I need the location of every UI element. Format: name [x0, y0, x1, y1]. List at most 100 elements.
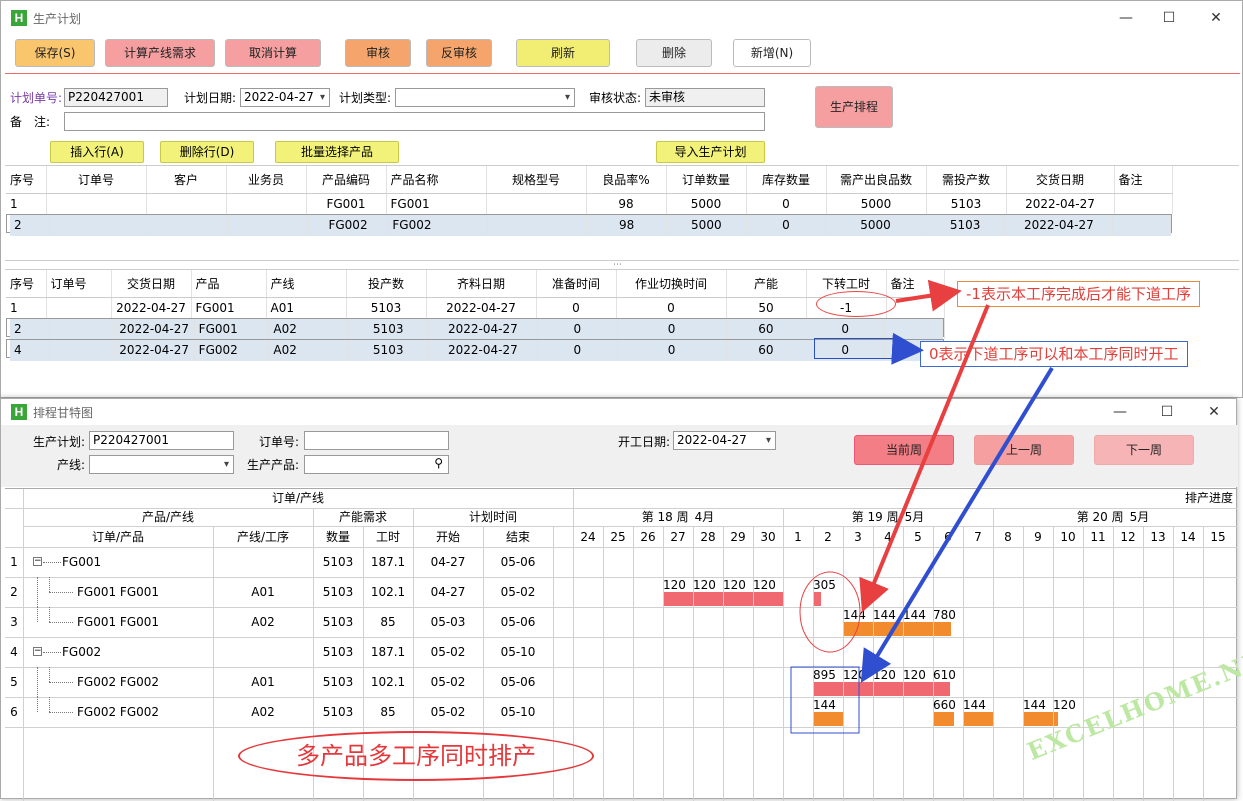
column-header[interactable]: 订单号 [46, 166, 147, 194]
maximize-icon[interactable]: ☐ [1146, 1, 1192, 35]
insert-row-button[interactable]: 插入行(A) [50, 141, 144, 163]
table-cell[interactable]: 2022-04-27 [1004, 215, 1114, 236]
column-header[interactable]: 产品 [191, 270, 267, 298]
column-header[interactable]: 产品编码 [306, 166, 387, 194]
import-plan-button[interactable]: 导入生产计划 [656, 141, 765, 163]
cancel-calc-button[interactable]: 取消计算 [225, 39, 321, 67]
table-cell[interactable] [486, 193, 587, 214]
table-cell[interactable]: 2 [10, 319, 51, 340]
table-cell[interactable]: 0 [537, 340, 618, 361]
collapse-icon[interactable]: − [33, 647, 42, 656]
gantt-bar[interactable] [724, 592, 753, 606]
gantt-bar[interactable] [874, 622, 903, 636]
audit-button[interactable]: 审核 [345, 39, 411, 67]
gantt-start-picker[interactable]: 2022-04-27 ▾ [673, 431, 776, 450]
save-button[interactable]: 保存(S) [15, 39, 95, 67]
column-header[interactable]: 投产数 [346, 270, 427, 298]
splitter-grip-icon[interactable]: ⋯ [613, 261, 627, 270]
table-cell[interactable]: 50 [726, 297, 807, 318]
table-cell[interactable] [49, 340, 115, 361]
column-header[interactable]: 交货日期 [1006, 166, 1115, 194]
delete-button[interactable]: 删除 [636, 39, 712, 67]
column-header[interactable]: 产能 [726, 270, 807, 298]
plan-type-select[interactable]: ▾ [395, 88, 575, 107]
table-cell[interactable] [226, 193, 307, 214]
table-cell[interactable] [49, 215, 150, 236]
batch-select-product-button[interactable]: 批量选择产品 [275, 141, 399, 163]
table-cell[interactable]: FG001 [386, 193, 487, 214]
table-cell[interactable]: 0 [537, 319, 618, 340]
delete-row-button[interactable]: 删除行(D) [160, 141, 254, 163]
tree-node-label[interactable]: FG002 FG002 [77, 697, 227, 727]
gantt-bar[interactable] [754, 592, 783, 606]
column-header[interactable]: 序号 [6, 270, 47, 298]
schedule-production-button[interactable]: 生产排程 [815, 86, 893, 128]
calc-demand-button[interactable]: 计算产线需求 [105, 39, 215, 67]
table-cell[interactable]: 5103 [348, 319, 429, 340]
table-cell[interactable] [1112, 215, 1171, 236]
gantt-bar[interactable] [934, 682, 950, 696]
table-cell[interactable]: 5000 [666, 193, 747, 214]
column-header[interactable]: 齐料日期 [426, 270, 537, 298]
table-row[interactable]: 2 FG002 FG002 98 5000 0 5000 5103 2022-04-27 [6, 214, 1172, 236]
gantt-order-field[interactable] [304, 431, 449, 450]
column-header[interactable]: 作业切换时间 [616, 270, 727, 298]
current-week-button[interactable]: 当前周 [854, 435, 954, 465]
table-cell[interactable]: 0 [617, 340, 727, 361]
table-cell[interactable]: 2022-04-27 [1006, 193, 1115, 214]
table-cell[interactable]: 0 [746, 215, 827, 236]
column-header[interactable]: 规格型号 [486, 166, 587, 194]
prev-week-button[interactable]: 上一周 [974, 435, 1074, 465]
column-header[interactable]: 客户 [146, 166, 227, 194]
column-header[interactable]: 准备时间 [536, 270, 617, 298]
table-cell[interactable]: 2022-04-27 [428, 340, 539, 361]
column-header[interactable]: 产线 [266, 270, 347, 298]
table-row[interactable]: 1 2022-04-27 FG001 A01 5103 2022-04-27 0 0 50 -1 [6, 297, 945, 318]
tree-node-label[interactable]: FG002 FG002 [77, 667, 227, 697]
refresh-button[interactable]: 刷新 [516, 39, 610, 67]
unaudit-button[interactable]: 反审核 [426, 39, 492, 67]
table-cell[interactable]: 60 [726, 340, 807, 361]
gantt-product-field[interactable]: ⚲ [304, 455, 449, 474]
table-cell[interactable]: 5103 [925, 215, 1006, 236]
table-cell[interactable]: 0 [617, 319, 727, 340]
tree-node-label[interactable]: FG002 [62, 637, 212, 667]
column-header[interactable]: 良品率% [586, 166, 667, 194]
plan-no-field[interactable]: P220427001 [64, 88, 168, 107]
tree-node-label[interactable]: FG001 FG001 [77, 577, 227, 607]
plan-date-picker[interactable]: 2022-04-27 ▾ [240, 88, 330, 107]
table-cell[interactable] [146, 193, 227, 214]
column-header[interactable]: 交货日期 [111, 270, 192, 298]
table-cell[interactable]: 5000 [825, 215, 926, 236]
table-cell[interactable]: 5000 [826, 193, 927, 214]
table-cell[interactable]: 0 [616, 297, 727, 318]
table-row[interactable]: 4 2022-04-27 FG002 A02 5103 2022-04-27 0 0 60 0 [6, 339, 944, 361]
gantt-plan-field[interactable]: P220427001 [89, 431, 234, 450]
minimize-icon[interactable]: — [1103, 1, 1149, 35]
table-cell[interactable]: 2022-04-27 [114, 319, 195, 340]
close-icon[interactable]: ✕ [1193, 1, 1239, 35]
table-cell[interactable]: 0 [805, 319, 886, 340]
table-cell[interactable]: FG001 [194, 319, 270, 340]
table-cell[interactable]: 4 [10, 340, 51, 361]
gantt-bar[interactable] [814, 712, 843, 726]
table-cell[interactable] [46, 297, 112, 318]
table-cell[interactable]: 5000 [666, 215, 747, 236]
maximize-icon[interactable]: ☐ [1144, 399, 1190, 425]
gantt-bar[interactable] [1024, 712, 1053, 726]
table-cell[interactable]: A01 [266, 297, 347, 318]
gantt-bar[interactable] [934, 712, 955, 726]
table-cell[interactable]: 2022-04-27 [426, 297, 537, 318]
gantt-bar[interactable] [934, 622, 952, 636]
table-cell[interactable]: FG001 [306, 193, 387, 214]
table-cell[interactable]: FG002 [308, 215, 389, 236]
gantt-bar[interactable] [664, 592, 693, 606]
table-cell[interactable] [228, 215, 309, 236]
column-header[interactable]: 订单数量 [666, 166, 747, 194]
table-cell[interactable]: FG002 [194, 340, 270, 361]
minimize-icon[interactable]: — [1097, 399, 1143, 425]
table-cell[interactable] [1114, 193, 1173, 214]
new-button[interactable]: 新增(N) [733, 39, 811, 67]
close-icon[interactable]: ✕ [1191, 399, 1237, 425]
remark-field[interactable] [64, 112, 765, 131]
